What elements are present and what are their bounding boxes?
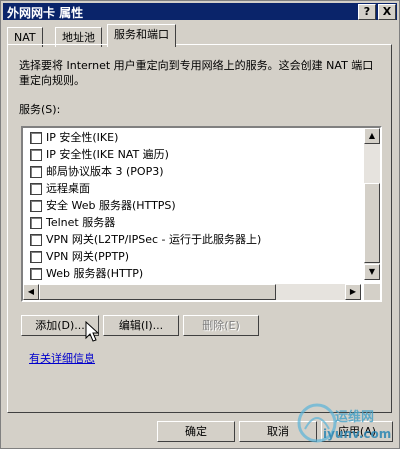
service-label: VPN 网关(L2TP/IPSec - 运行于此服务器上) [46,233,262,246]
service-label: IP 安全性(IKE) [46,131,119,144]
edit-button[interactable]: 编辑(I)... [103,315,179,336]
scroll-left-icon[interactable]: ◀ [23,284,39,300]
service-label: VPN 网关(PPTP) [46,250,130,263]
watermark-text-2: iyunv.com [323,427,392,441]
service-label: 远程桌面 [46,182,90,195]
service-item[interactable]: VPN 网关(PPTP) [30,249,129,265]
service-item[interactable]: Web 服务器(HTTP) [30,266,143,282]
services-label: 服务(S): [19,103,61,116]
title-bar[interactable]: 外网网卡 属性 ? X [3,3,397,20]
scroll-down-icon[interactable]: ▼ [364,264,380,280]
description-text: 选择要将 Internet 用户重定向到专用网络上的服务。这会创建 NAT 端口… [19,59,374,87]
service-label: Web 服务器(HTTP) [46,267,144,280]
checkbox[interactable] [30,183,42,195]
properties-dialog: 外网网卡 属性 ? X NAT 地址池 服务和端口 选择要将 Internet … [0,0,400,449]
service-item[interactable]: 邮局协议版本 3 (POP3) [30,164,164,180]
service-item[interactable]: IP 安全性(IKE) [30,130,118,146]
horizontal-scrollbar[interactable]: ◀ ▶ [23,284,361,300]
service-item[interactable]: VPN 网关(L2TP/IPSec - 运行于此服务器上) [30,232,261,248]
watermark-text-1: 运维网 [335,410,375,425]
service-item[interactable]: 远程桌面 [30,181,90,197]
scrollbar-corner [364,284,380,300]
checkbox[interactable] [30,251,42,263]
vertical-scrollbar[interactable]: ▲ ▼ [364,128,380,280]
scroll-right-icon[interactable]: ▶ [345,284,361,300]
tab-services-ports[interactable]: 服务和端口 [107,24,176,47]
horizontal-scroll-thumb[interactable] [39,284,276,300]
help-button[interactable]: ? [358,4,376,20]
window-title: 外网网卡 属性 [7,6,84,20]
checkbox[interactable] [30,268,42,280]
vertical-scroll-thumb[interactable] [364,183,380,263]
service-item[interactable]: IP 安全性(IKE NAT 遍历) [30,147,169,163]
more-info-link[interactable]: 有关详细信息 [29,350,95,366]
checkbox[interactable] [30,200,42,212]
checkbox[interactable] [30,217,42,229]
scroll-up-icon[interactable]: ▲ [364,128,380,144]
delete-button[interactable]: 删除(E) [183,315,259,336]
checkbox[interactable] [30,132,42,144]
service-label: 邮局协议版本 3 (POP3) [46,165,164,178]
ok-button[interactable]: 确定 [157,421,235,442]
mouse-pointer-icon [85,321,99,342]
service-item[interactable]: 安全 Web 服务器(HTTPS) [30,198,176,214]
checkbox[interactable] [30,234,42,246]
service-label: 安全 Web 服务器(HTTPS) [46,199,176,212]
checkbox[interactable] [30,149,42,161]
service-label: Telnet 服务器 [46,216,116,229]
service-label: IP 安全性(IKE NAT 遍历) [46,148,169,161]
checkbox[interactable] [30,166,42,178]
close-button[interactable]: X [378,4,396,20]
service-item[interactable]: Telnet 服务器 [30,215,115,231]
services-listbox[interactable]: IP 安全性(IKE) IP 安全性(IKE NAT 遍历) 邮局协议版本 3 … [21,126,382,302]
